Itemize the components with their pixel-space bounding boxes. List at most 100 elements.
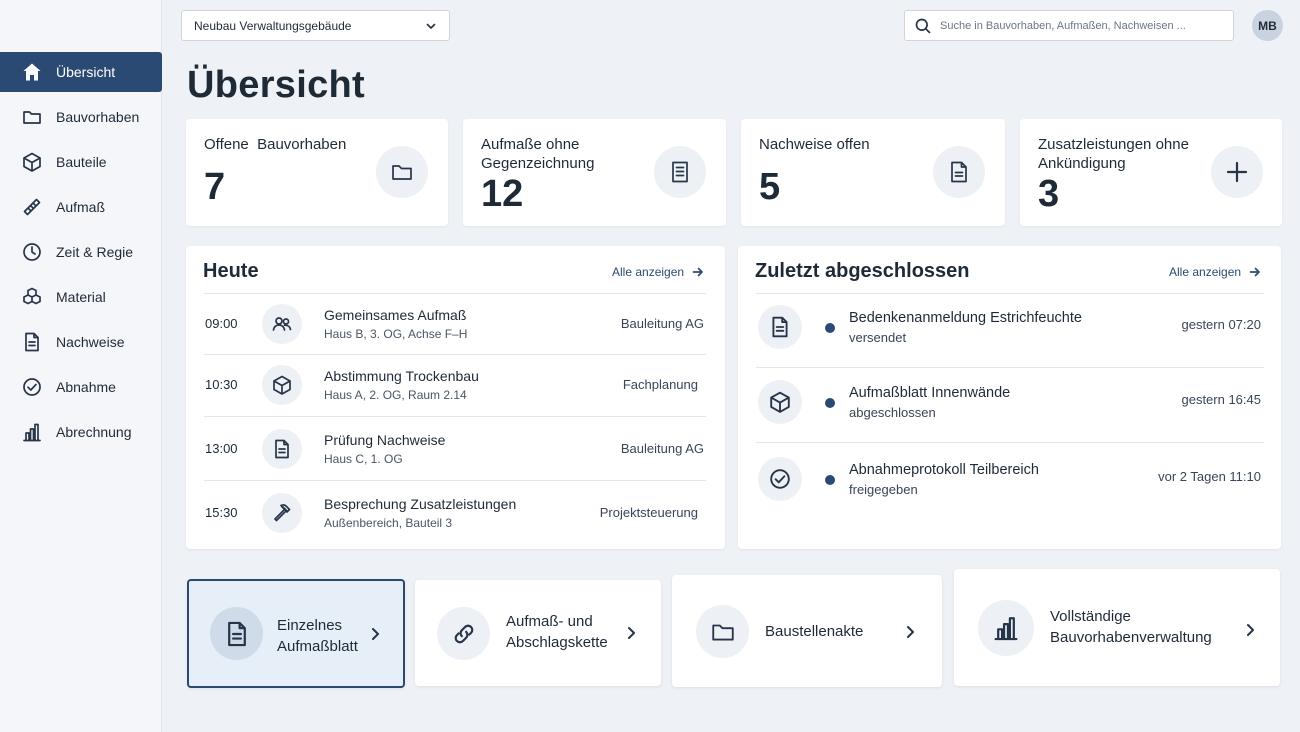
- document-icon: [758, 305, 802, 349]
- folder-icon: [696, 605, 749, 658]
- document-icon: [262, 429, 302, 469]
- stat-value: 7: [204, 166, 226, 208]
- project-select-value: Neubau Verwaltungsgebäude: [194, 18, 352, 33]
- appointment-time: 15:30: [205, 505, 238, 520]
- stat-label: Zusatzleistungen ohne Ankündigung: [1038, 136, 1189, 172]
- appointment-role: Fachplanung: [622, 377, 698, 392]
- appointment-title: Gemeinsames Aufmaß: [324, 307, 467, 323]
- sidebar-item-abrechnung[interactable]: Abrechnung: [0, 412, 162, 452]
- completed-title: Bedenkenanmeldung Estrichfeuchte: [849, 310, 1082, 326]
- stat-label: Offene Bauvorhaben: [204, 136, 347, 153]
- completed-title: Aufmaßblatt Innenwände: [849, 385, 1011, 401]
- show-all-label: Alle anzeigen: [1169, 265, 1242, 279]
- today-panel: Heute Alle anzeigen 09:00 Gemeinsames Au…: [186, 246, 725, 549]
- project-select[interactable]: Neubau Verwaltungsgebäude: [181, 10, 450, 41]
- completed-status: freigegeben: [849, 482, 918, 497]
- appointment-role: Bauleitung AG: [620, 316, 704, 331]
- link-icon: [437, 607, 490, 660]
- sidebar-item-label: Bauvorhaben: [56, 109, 140, 125]
- quick-action-baustellenakte[interactable]: Baustellenakte: [672, 575, 942, 687]
- quick-action-label: Baustellenakte: [765, 623, 864, 640]
- sidebar-item-nachweise[interactable]: Nachweise: [0, 322, 162, 362]
- cube-icon: [22, 152, 42, 172]
- appointment-time: 09:00: [205, 316, 238, 331]
- ruler-icon: [22, 197, 42, 217]
- recent-panel: Zuletzt abgeschlossen Alle anzeigen Bede…: [738, 246, 1281, 549]
- stat-label: Aufmaße ohne Gegenzeichnung: [481, 136, 595, 172]
- home-icon: [22, 62, 42, 82]
- completed-status: abgeschlossen: [849, 405, 936, 420]
- quick-action-bauvorhabenverwaltung[interactable]: Vollständige Bauvorhabenverwaltung: [954, 569, 1280, 686]
- quick-action-label: Aufmaß- und Abschlagskette: [506, 613, 608, 651]
- quick-action-label: Vollständige Bauvorhabenverwaltung: [1050, 608, 1212, 646]
- hammer-icon: [262, 493, 302, 533]
- sidebar-item-zeit-regie[interactable]: Zeit & Regie: [0, 232, 162, 272]
- bar-chart-icon: [22, 422, 42, 442]
- sidebar-item-abnahme[interactable]: Abnahme: [0, 367, 162, 407]
- stat-card-offene-bauvorhaben[interactable]: Offene Bauvorhaben 7: [186, 119, 448, 226]
- page-title: Übersicht: [187, 64, 365, 106]
- completed-item[interactable]: Aufmaßblatt Innenwände abgeschlossen ges…: [756, 368, 1264, 443]
- sidebar-item-label: Bauteile: [56, 154, 107, 170]
- quick-action-label: Einzelnes Aufmaßblatt: [277, 617, 358, 655]
- check-circle-icon: [758, 457, 802, 501]
- stat-value: 5: [759, 166, 781, 208]
- stat-card-zusatzleistungen[interactable]: Zusatzleistungen ohne Ankündigung 3: [1020, 119, 1282, 226]
- sidebar-item-label: Übersicht: [56, 64, 116, 80]
- sidebar-item-aufmass[interactable]: Aufmaß: [0, 187, 162, 227]
- quick-action-einzelnes-aufmassblatt[interactable]: Einzelnes Aufmaßblatt: [187, 579, 405, 688]
- appointment-row[interactable]: 13:00 Prüfung Nachweise Haus C, 1. OG Ba…: [204, 416, 706, 478]
- sidebar-item-label: Material: [56, 289, 106, 305]
- appointment-time: 13:00: [205, 441, 238, 456]
- today-title: Heute: [203, 260, 259, 282]
- search-input[interactable]: [940, 19, 1220, 32]
- recent-show-all-link[interactable]: Alle anzeigen: [1169, 265, 1261, 279]
- stat-value: 3: [1038, 173, 1060, 215]
- search-bar[interactable]: [904, 10, 1234, 41]
- sidebar-item-uebersicht[interactable]: Übersicht: [0, 52, 162, 92]
- appointment-title: Besprechung Zusatzleistungen: [324, 496, 517, 512]
- sidebar-item-bauvorhaben[interactable]: Bauvorhaben: [0, 97, 162, 137]
- stat-card-aufmasse-ohne-gegenzeichnung[interactable]: Aufmaße ohne Gegenzeichnung 12: [463, 119, 726, 226]
- quick-action-aufmass-abschlagskette[interactable]: Aufmaß- und Abschlagskette: [415, 580, 661, 686]
- sidebar-item-label: Zeit & Regie: [56, 244, 134, 260]
- completed-status: versendet: [849, 330, 907, 345]
- sidebar-item-material[interactable]: Material: [0, 277, 162, 317]
- search-icon: [915, 18, 931, 34]
- plus-icon: [1211, 146, 1263, 198]
- appointment-row[interactable]: 10:30 Abstimmung Trockenbau Haus A, 2. O…: [204, 354, 706, 416]
- cube-icon: [262, 365, 302, 405]
- completed-item[interactable]: Bedenkenanmeldung Estrichfeuchte versend…: [756, 293, 1264, 368]
- chevron-down-icon: [425, 20, 437, 32]
- today-show-all-link[interactable]: Alle anzeigen: [612, 265, 704, 279]
- appointment-title: Abstimmung Trockenbau: [324, 368, 479, 384]
- clock-icon: [22, 242, 42, 262]
- status-dot: [825, 323, 835, 333]
- chevron-right-icon: [1244, 623, 1256, 637]
- sidebar-item-label: Nachweise: [56, 334, 125, 350]
- chevron-right-icon: [904, 625, 916, 639]
- appointment-role: Projektsteuerung: [599, 505, 698, 520]
- appointment-row[interactable]: 09:00 Gemeinsames Aufmaß Haus B, 3. OG, …: [204, 293, 706, 355]
- appointment-role: Bauleitung AG: [620, 441, 704, 456]
- stat-card-nachweise-offen[interactable]: Nachweise offen 5: [741, 119, 1005, 226]
- appointment-location: Haus C, 1. OG: [324, 452, 403, 466]
- appointment-location: Haus A, 2. OG, Raum 2.14: [324, 388, 467, 402]
- sidebar-item-bauteile[interactable]: Bauteile: [0, 142, 162, 182]
- appointment-title: Prüfung Nachweise: [324, 432, 446, 448]
- document-lines-icon: [654, 146, 706, 198]
- appointment-time: 10:30: [205, 377, 238, 392]
- status-dot: [825, 398, 835, 408]
- show-all-label: Alle anzeigen: [612, 265, 685, 279]
- arrow-right-icon: [684, 266, 704, 278]
- check-circle-icon: [22, 377, 42, 397]
- people-icon: [262, 304, 302, 344]
- completed-time: gestern 16:45: [1181, 392, 1261, 407]
- appointment-location: Außenbereich, Bauteil 3: [324, 516, 453, 530]
- avatar[interactable]: MB: [1252, 10, 1283, 41]
- completed-item[interactable]: Abnahmeprotokoll Teilbereich freigegeben…: [756, 443, 1264, 518]
- arrow-right-icon: [1241, 266, 1261, 278]
- appointment-row[interactable]: 15:30 Besprechung Zusatzleistungen Außen…: [204, 480, 706, 544]
- document-icon: [210, 607, 263, 660]
- document-icon: [22, 332, 42, 352]
